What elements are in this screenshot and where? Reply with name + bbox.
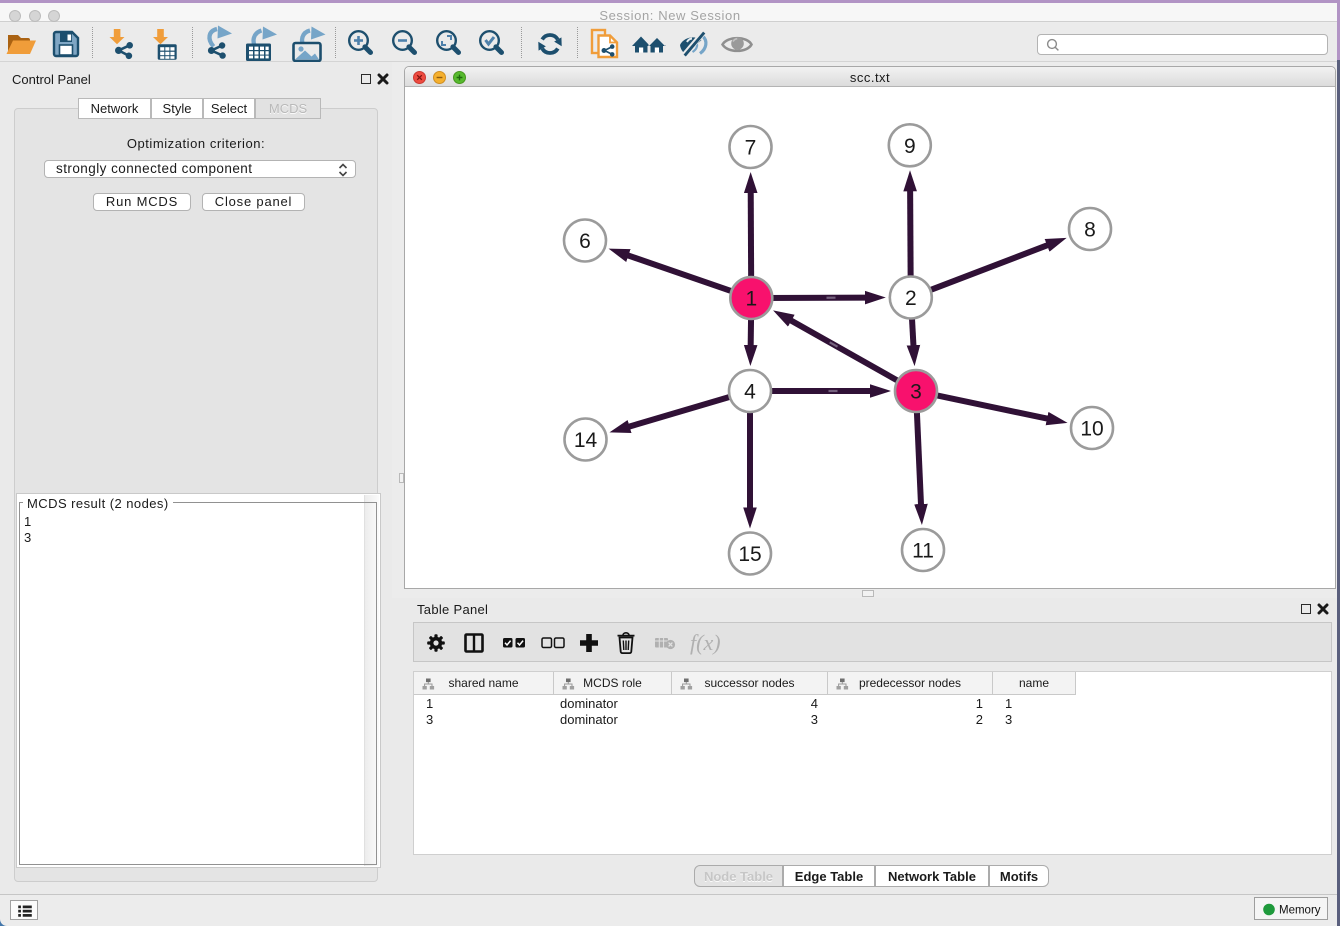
svg-text:11: 11 [912,540,934,563]
svg-text:9: 9 [904,135,916,158]
svg-text:1: 1 [745,288,757,311]
svg-text:2: 2 [905,287,917,310]
svg-text:4: 4 [744,381,756,404]
svg-text:f(x): f(x) [690,630,721,655]
svg-text:8: 8 [1084,219,1096,242]
svg-text:14: 14 [574,429,598,452]
svg-text:3: 3 [910,381,922,404]
svg-text:10: 10 [1080,418,1103,441]
svg-text:15: 15 [738,543,761,566]
svg-text:7: 7 [745,137,757,160]
svg-text:Memory: Memory [1279,905,1321,917]
svg-text:6: 6 [579,230,591,253]
